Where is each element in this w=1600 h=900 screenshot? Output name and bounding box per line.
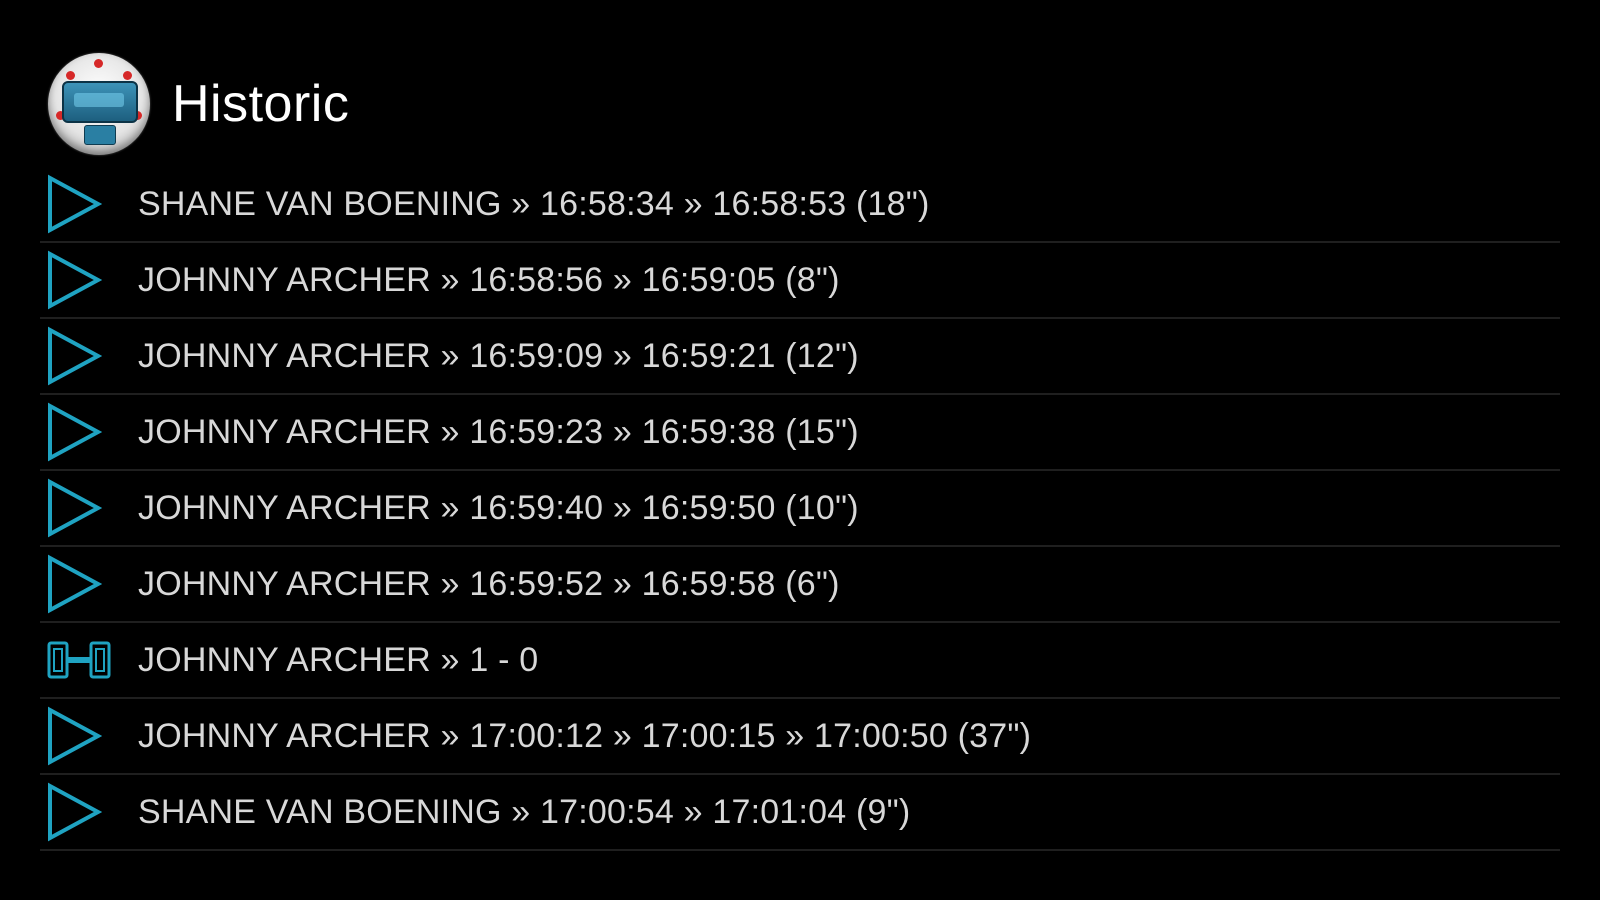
history-row[interactable]: JOHNNY ARCHER » 16:59:09 » 16:59:21 (12"…: [40, 319, 1560, 395]
play-icon[interactable]: [40, 554, 116, 614]
header: Historic: [48, 52, 349, 156]
history-row[interactable]: JOHNNY ARCHER » 16:59:52 » 16:59:58 (6"): [40, 547, 1560, 623]
play-icon[interactable]: [40, 326, 116, 386]
history-list: SHANE VAN BOENING » 16:58:34 » 16:58:53 …: [40, 167, 1560, 851]
scoreboard-app-icon: [48, 53, 150, 155]
history-row[interactable]: SHANE VAN BOENING » 16:58:34 » 16:58:53 …: [40, 167, 1560, 243]
history-row[interactable]: JOHNNY ARCHER » 16:58:56 » 16:59:05 (8"): [40, 243, 1560, 319]
history-row-text: JOHNNY ARCHER » 16:59:09 » 16:59:21 (12"…: [138, 336, 859, 375]
history-row-text: JOHNNY ARCHER » 16:58:56 » 16:59:05 (8"): [138, 260, 840, 299]
history-row[interactable]: JOHNNY ARCHER » 1 - 0: [40, 623, 1560, 699]
history-row-text: JOHNNY ARCHER » 16:59:40 » 16:59:50 (10"…: [138, 488, 859, 527]
history-row-text: SHANE VAN BOENING » 17:00:54 » 17:01:04 …: [138, 792, 911, 831]
history-row[interactable]: JOHNNY ARCHER » 17:00:12 » 17:00:15 » 17…: [40, 699, 1560, 775]
score-icon: [40, 630, 116, 690]
play-icon[interactable]: [40, 782, 116, 842]
play-icon[interactable]: [40, 174, 116, 234]
play-icon[interactable]: [40, 706, 116, 766]
play-icon[interactable]: [40, 402, 116, 462]
history-row-text: JOHNNY ARCHER » 16:59:23 » 16:59:38 (15"…: [138, 412, 859, 451]
history-row-text: JOHNNY ARCHER » 17:00:12 » 17:00:15 » 17…: [138, 716, 1032, 755]
history-row-text: SHANE VAN BOENING » 16:58:34 » 16:58:53 …: [138, 184, 930, 223]
history-row-text: JOHNNY ARCHER » 16:59:52 » 16:59:58 (6"): [138, 564, 840, 603]
history-row[interactable]: SHANE VAN BOENING » 17:00:54 » 17:01:04 …: [40, 775, 1560, 851]
history-row[interactable]: JOHNNY ARCHER » 16:59:40 » 16:59:50 (10"…: [40, 471, 1560, 547]
history-row[interactable]: JOHNNY ARCHER » 16:59:23 » 16:59:38 (15"…: [40, 395, 1560, 471]
history-row-text: JOHNNY ARCHER » 1 - 0: [138, 640, 539, 679]
play-icon[interactable]: [40, 478, 116, 538]
historic-screen: Historic SHANE VAN BOENING » 16:58:34 » …: [0, 0, 1600, 900]
page-title: Historic: [172, 75, 350, 133]
play-icon[interactable]: [40, 250, 116, 310]
